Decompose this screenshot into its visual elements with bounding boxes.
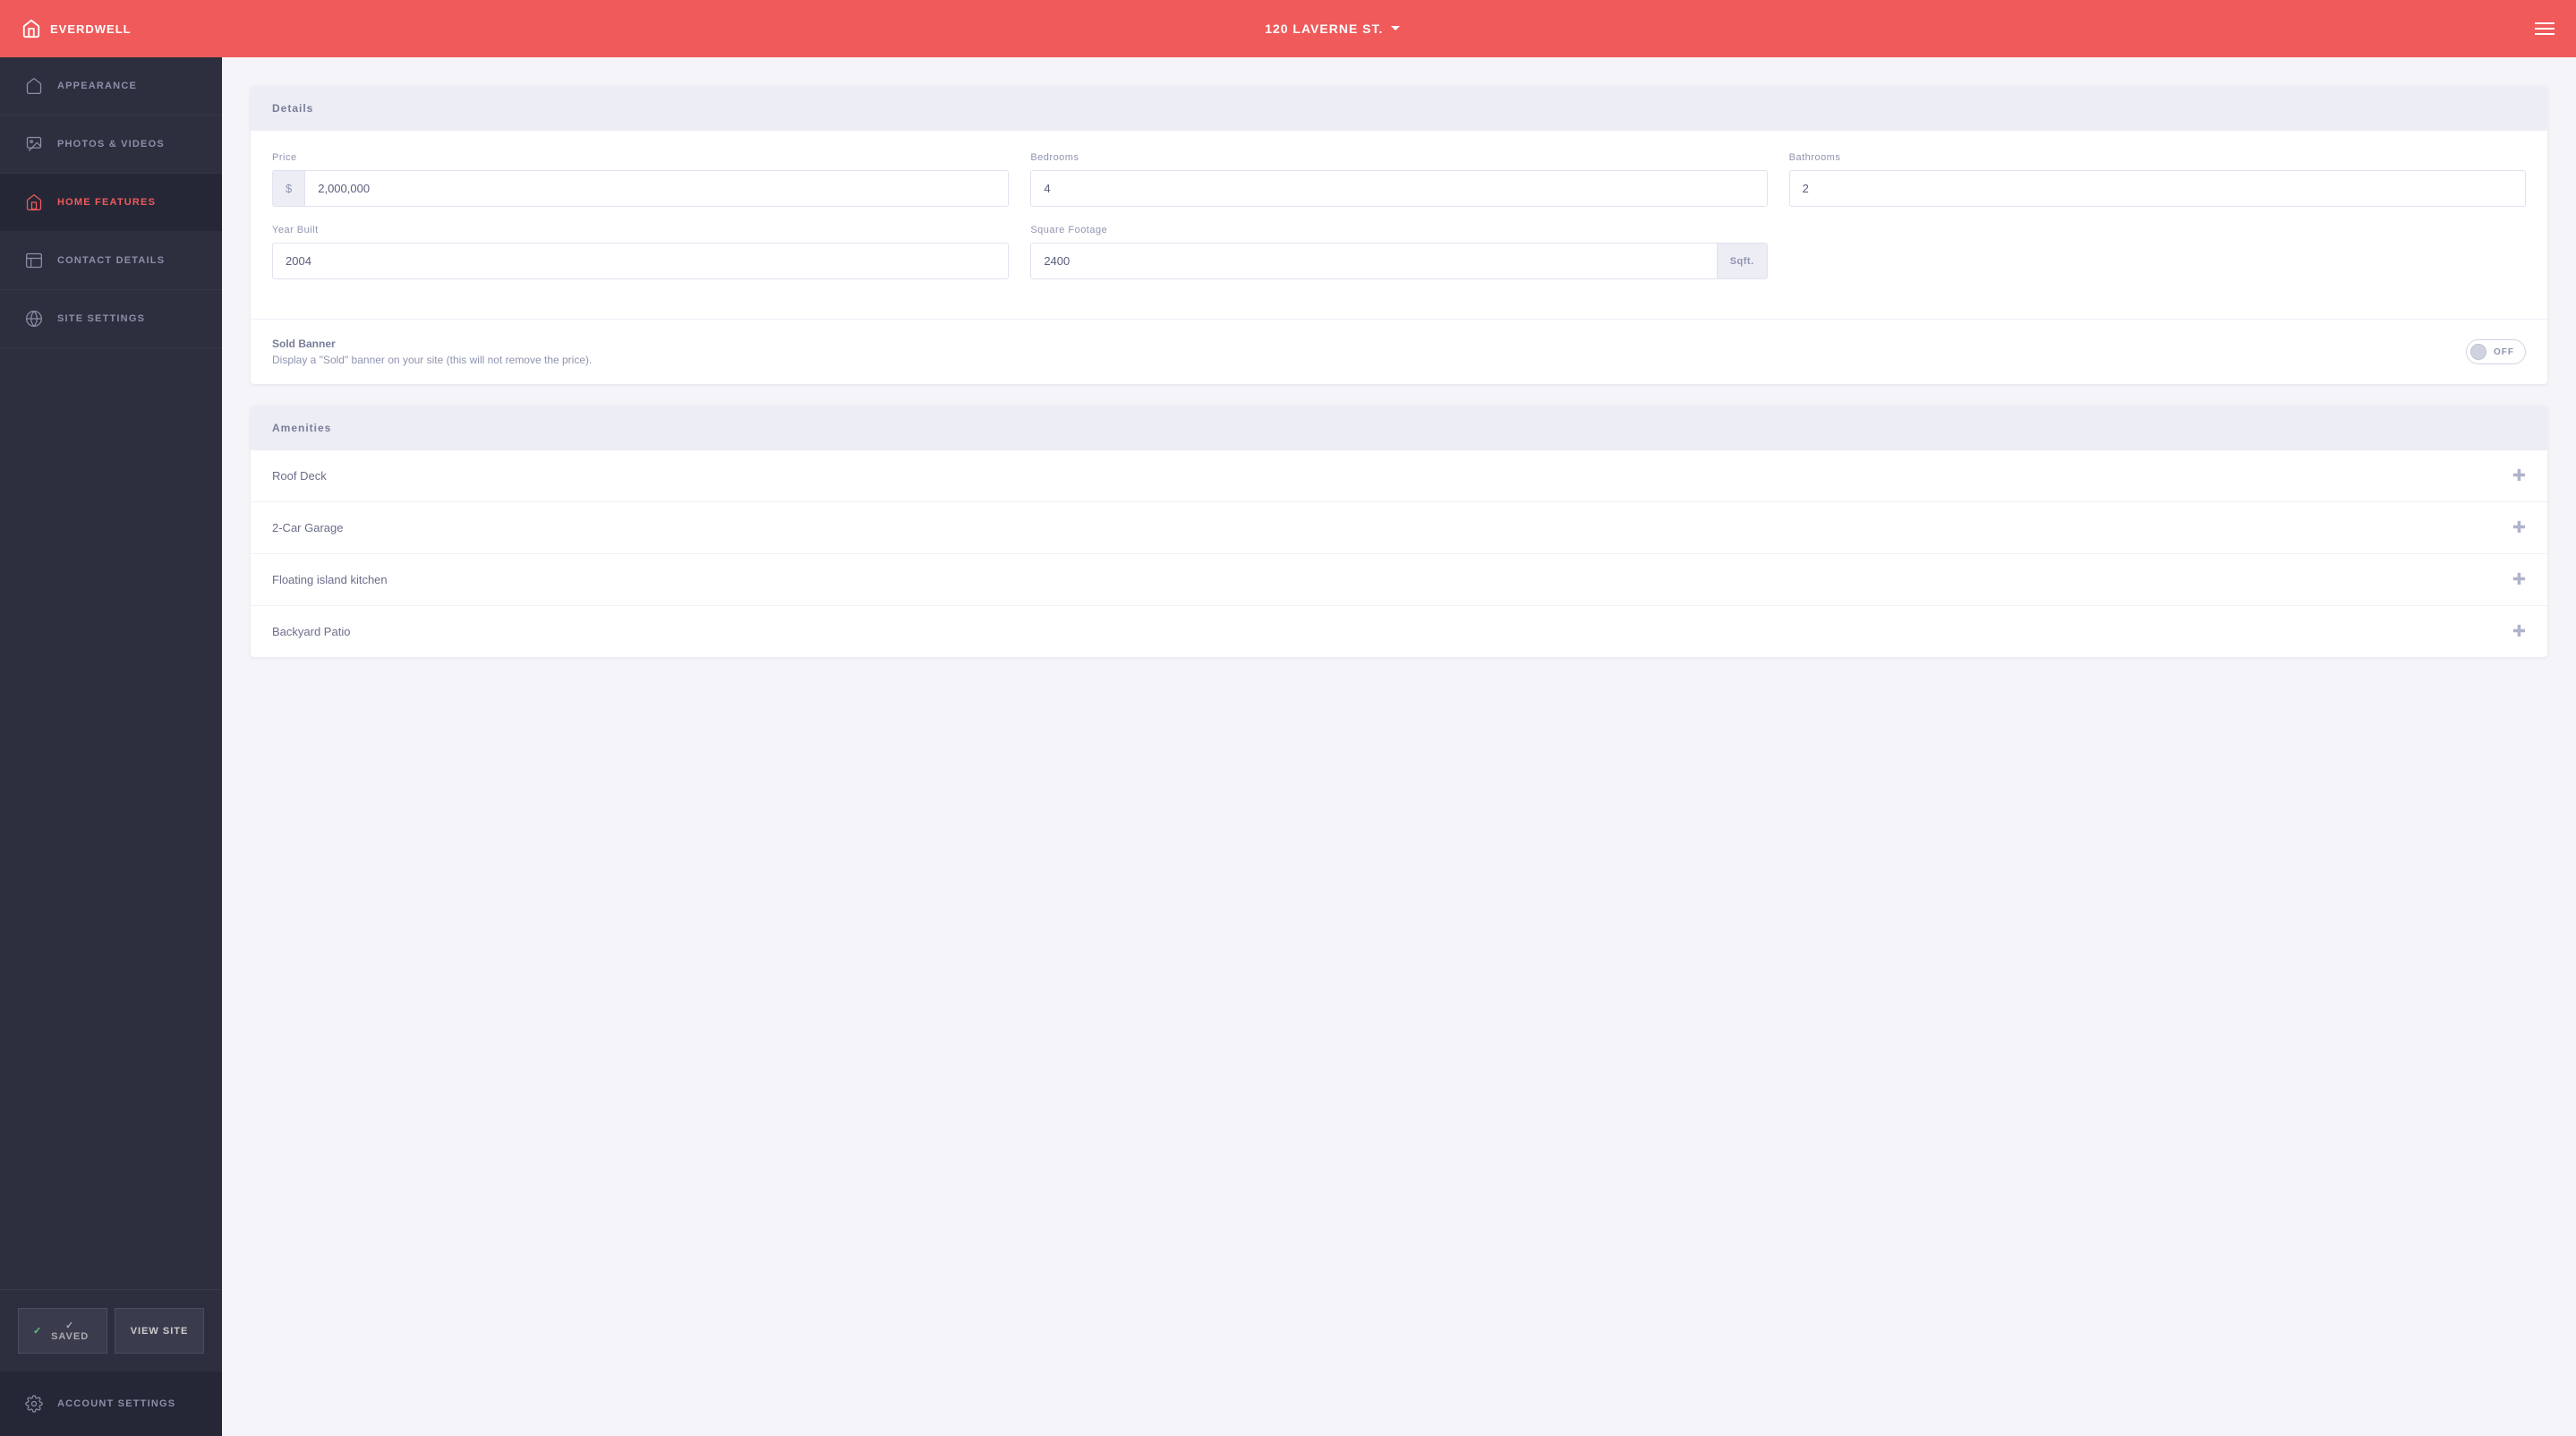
amenity-name: 2-Car Garage [272, 521, 343, 534]
amenities-list: Roof Deck ✚ 2-Car Garage ✚ Floating isla… [251, 450, 2547, 657]
placeholder-group [1789, 225, 2526, 279]
sidebar-item-site-settings[interactable]: SITE SETTINGS [0, 290, 222, 348]
price-prefix: $ [273, 171, 305, 206]
amenities-header: Amenities [251, 406, 2547, 450]
bathrooms-group: Bathrooms [1789, 152, 2526, 207]
sidebar-bottom: ✓ ✓ SAVED VIEW SITE [0, 1289, 222, 1372]
sold-banner-desc: Display a "Sold" banner on your site (th… [272, 354, 592, 366]
sqft-input[interactable] [1031, 244, 1716, 278]
header: EVERDWELL 120 LAVERNE ST. [0, 0, 2576, 57]
toggle-knob [2470, 344, 2486, 360]
property-title[interactable]: 120 LAVERNE ST. [1265, 21, 1401, 36]
amenity-add-icon[interactable]: ✚ [2512, 570, 2526, 589]
sold-banner-row: Sold Banner Display a "Sold" banner on y… [251, 319, 2547, 384]
amenity-name: Floating island kitchen [272, 573, 388, 586]
amenity-add-icon[interactable]: ✚ [2512, 466, 2526, 485]
price-group: Price $ [272, 152, 1009, 207]
price-label: Price [272, 152, 1009, 163]
view-site-button[interactable]: VIEW SITE [115, 1308, 204, 1354]
sidebar-item-appearance[interactable]: APPEARANCE [0, 57, 222, 115]
bedrooms-group: Bedrooms [1030, 152, 1767, 207]
amenity-item[interactable]: Backyard Patio ✚ [251, 606, 2547, 657]
sidebar: APPEARANCE PHOTOS & VIDEOS HOME FEATURES [0, 57, 222, 1436]
amenity-name: Backyard Patio [272, 625, 350, 638]
sqft-group: Square Footage Sqft. [1030, 225, 1767, 279]
details-header: Details [251, 86, 2547, 131]
sidebar-item-account-settings[interactable]: ACCOUNT SETTINGS [0, 1372, 222, 1436]
main-content: Details Price $ Bedrooms [222, 57, 2576, 1436]
sqft-suffix: Sqft. [1717, 244, 1767, 278]
logo[interactable]: EVERDWELL [21, 19, 132, 38]
sqft-label: Square Footage [1030, 225, 1767, 235]
logo-text: EVERDWELL [50, 22, 132, 36]
amenities-section: Amenities Roof Deck ✚ 2-Car Garage ✚ Flo… [251, 406, 2547, 657]
sidebar-item-contact-details[interactable]: CONTACT DETAILS [0, 232, 222, 290]
bedrooms-label: Bedrooms [1030, 152, 1767, 163]
sqft-input-wrapper: Sqft. [1030, 243, 1767, 279]
form-row-1: Price $ Bedrooms Bathrooms [272, 152, 2526, 207]
year-built-input[interactable] [272, 243, 1009, 279]
layout: APPEARANCE PHOTOS & VIDEOS HOME FEATURES [0, 57, 2576, 1436]
details-title: Details [272, 102, 313, 115]
details-section: Details Price $ Bedrooms [251, 86, 2547, 384]
amenity-item[interactable]: 2-Car Garage ✚ [251, 502, 2547, 554]
bathrooms-input[interactable] [1789, 170, 2526, 207]
amenity-item[interactable]: Floating island kitchen ✚ [251, 554, 2547, 606]
price-input[interactable] [305, 171, 1008, 206]
form-row-2: Year Built Square Footage Sqft. [272, 225, 2526, 279]
menu-button[interactable] [2535, 22, 2555, 35]
amenity-item[interactable]: Roof Deck ✚ [251, 450, 2547, 502]
sidebar-item-photos-videos[interactable]: PHOTOS & VIDEOS [0, 115, 222, 174]
amenity-name: Roof Deck [272, 469, 327, 483]
year-built-group: Year Built [272, 225, 1009, 279]
sidebar-nav: APPEARANCE PHOTOS & VIDEOS HOME FEATURES [0, 57, 222, 1289]
sold-banner-label: Sold Banner [272, 338, 592, 350]
amenity-add-icon[interactable]: ✚ [2512, 622, 2526, 641]
amenities-title: Amenities [272, 422, 331, 434]
price-input-wrapper: $ [272, 170, 1009, 207]
amenity-add-icon[interactable]: ✚ [2512, 518, 2526, 537]
toggle-label: OFF [2494, 347, 2514, 357]
details-body: Price $ Bedrooms Bathrooms [251, 131, 2547, 319]
bathrooms-label: Bathrooms [1789, 152, 2526, 163]
sold-banner-toggle[interactable]: OFF [2466, 339, 2526, 364]
bedrooms-input[interactable] [1030, 170, 1767, 207]
saved-button[interactable]: ✓ ✓ SAVED [18, 1308, 107, 1354]
sidebar-item-home-features[interactable]: HOME FEATURES [0, 174, 222, 232]
year-built-label: Year Built [272, 225, 1009, 235]
